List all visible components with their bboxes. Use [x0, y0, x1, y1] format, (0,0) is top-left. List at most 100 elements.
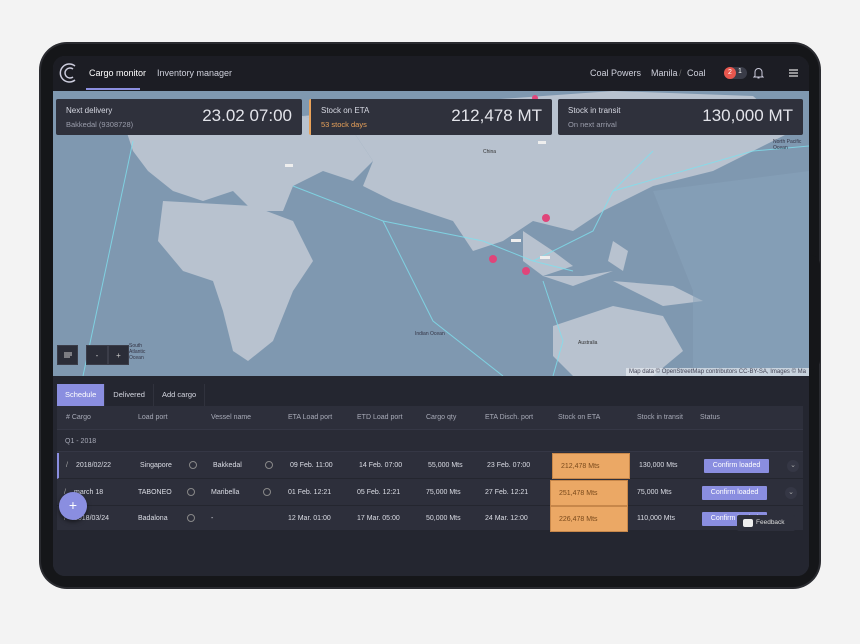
cell-qty: 50,000 Mts — [426, 515, 461, 522]
notification-badge[interactable]: 2 1 — [724, 67, 747, 79]
map-label-china: China — [483, 149, 497, 155]
group-row: Q1 - 2018 — [57, 429, 803, 452]
cell-etd-load: 05 Feb. 12:21 — [357, 488, 401, 496]
panel-tabs: Schedule Delivered Add cargo — [57, 384, 206, 406]
cell-transit: 75,000 Mts — [637, 488, 672, 496]
next-delivery-card[interactable]: Next delivery Bakkedal (9308728) 23.02 0… — [56, 99, 302, 135]
cell-eta-disch: 24 Mar. 12:00 — [485, 515, 528, 522]
card-value: 130,000 MT — [702, 106, 793, 125]
stock-on-eta-cell: 226,478 Mts — [550, 506, 628, 532]
stock-in-transit-card[interactable]: Stock in transit On next arrival 130,000… — [558, 99, 803, 135]
bell-icon[interactable] — [753, 67, 764, 79]
map-attribution: Map data © OpenStreetMap contributors CC… — [625, 368, 809, 376]
col-eta-disch[interactable]: ETA Disch. port — [485, 414, 533, 421]
col-vessel[interactable]: Vessel name — [211, 414, 251, 421]
map-list-button[interactable] — [57, 345, 78, 365]
tab-delivered[interactable]: Delivered — [105, 384, 154, 406]
location-pin-icon[interactable] — [265, 461, 273, 469]
col-etd-load[interactable]: ETD Load port — [357, 414, 403, 421]
cell-etd-load: 14 Feb. 07:00 — [359, 462, 403, 469]
active-tab-indicator — [86, 88, 140, 90]
feedback-icon — [743, 519, 753, 527]
cell-transit: 110,000 Mts — [637, 515, 676, 522]
cell-vessel: - — [211, 515, 214, 522]
feedback-button[interactable]: Feedback — [737, 515, 795, 531]
cell-load-port: Badalona — [138, 515, 168, 522]
top-nav: Cargo monitor Inventory manager Coal Pow… — [53, 56, 809, 91]
zoom-in-button[interactable]: + — [108, 345, 129, 365]
location-pin-icon[interactable] — [187, 487, 195, 496]
separator: / — [679, 68, 682, 78]
map-label-pacific: North Pacific Ocean — [773, 139, 802, 151]
chevron-down-icon[interactable]: ⌄ — [785, 486, 797, 499]
stock-value: 226,478 Mts — [559, 516, 598, 523]
group-label: Q1 - 2018 — [65, 438, 97, 445]
col-stock-transit[interactable]: Stock in transit — [637, 414, 683, 421]
zoom-out-button[interactable]: - — [86, 345, 108, 365]
cargo-table: # Cargo Load port Vessel name ETA Load p… — [57, 406, 803, 532]
card-subtitle: Bakkedal (9308728) — [66, 120, 134, 129]
company-name[interactable]: Coal Powers — [590, 68, 641, 78]
card-title: Stock on ETA — [321, 106, 370, 115]
edit-icon[interactable]: / — [66, 462, 68, 469]
cell-eta-load: 12 Mar. 01:00 — [288, 515, 331, 522]
app-screen: Cargo monitor Inventory manager Coal Pow… — [53, 56, 809, 576]
card-value: 23.02 07:00 — [202, 106, 292, 125]
alert-count: 2 — [724, 67, 736, 79]
info-count: 1 — [738, 68, 742, 75]
map-view[interactable]: China Indian Ocean North Pacific Ocean S… — [53, 91, 809, 376]
col-cargo-qty[interactable]: Cargo qty — [426, 414, 456, 421]
col-cargo[interactable]: # Cargo — [66, 414, 91, 421]
confirm-loaded-button[interactable]: Confirm loaded — [702, 485, 767, 500]
stock-on-eta-card[interactable]: Stock on ETA 53 stock days 212,478 MT — [309, 99, 552, 135]
map-label-atlantic: South Atlantic Ocean — [129, 343, 146, 361]
location-pin-icon[interactable] — [263, 487, 271, 496]
cell-eta-disch: 23 Feb. 07:00 — [487, 462, 531, 469]
card-title: Next delivery — [66, 106, 113, 115]
col-status[interactable]: Status — [700, 414, 720, 421]
cell-load-port: TABONEO — [138, 488, 172, 496]
cell-load-port: Singapore — [140, 462, 172, 469]
map-label-indian-ocean: Indian Ocean — [415, 331, 445, 337]
stock-value: 251,478 Mts — [559, 489, 598, 497]
tab-cargo-monitor[interactable]: Cargo monitor — [89, 68, 146, 78]
table-row[interactable]: / march 18 TABONEO Maribella 01 Feb. 12:21 05… — [57, 479, 803, 506]
logo[interactable] — [58, 62, 80, 84]
cell-etd-load: 17 Mar. 05:00 — [357, 515, 400, 522]
feedback-label: Feedback — [756, 519, 785, 526]
col-stock-eta[interactable]: Stock on ETA — [558, 414, 600, 421]
cell-qty: 55,000 Mts — [428, 462, 463, 469]
map-label-australia: Australia — [578, 340, 598, 346]
card-subtitle: On next arrival — [568, 120, 617, 129]
card-value: 212,478 MT — [451, 106, 542, 125]
table-row[interactable]: /2018/03/24 Badalona -12 Mar. 01:00 17 Mar.… — [57, 506, 803, 532]
tab-inventory-manager[interactable]: Inventory manager — [157, 68, 232, 78]
stock-on-eta-cell: 251,478 Mts — [550, 479, 628, 506]
stock-value: 212,478 Mts — [561, 463, 600, 470]
cell-qty: 75,000 Mts — [426, 488, 461, 496]
cell-transit: 130,000 Mts — [639, 462, 678, 469]
cell-cargo: 2018/02/22 — [76, 462, 112, 469]
col-load-port[interactable]: Load port — [138, 414, 168, 421]
table-row[interactable]: / 2018/02/22 Singapore Bakkedal 09 Feb. 11:0… — [57, 453, 803, 479]
location-pin-icon[interactable] — [189, 461, 197, 469]
cell-eta-load: 09 Feb. 11:00 — [290, 462, 333, 469]
add-cargo-fab[interactable]: + — [59, 492, 87, 520]
cell-eta-disch: 27 Feb. 12:21 — [485, 488, 529, 496]
cell-eta-load: 01 Feb. 12:21 — [288, 488, 332, 496]
list-icon — [63, 352, 72, 358]
confirm-loaded-button[interactable]: Confirm loaded — [704, 459, 769, 473]
cell-vessel: Bakkedal — [213, 462, 242, 469]
tab-schedule[interactable]: Schedule — [57, 384, 106, 406]
cell-vessel: Maribella — [211, 488, 240, 496]
location-pin-icon[interactable] — [187, 514, 195, 522]
schedule-panel: Schedule Delivered Add cargo # Cargo Loa… — [53, 376, 809, 576]
location[interactable]: Manila — [651, 68, 678, 78]
stock-on-eta-cell: 212,478 Mts — [552, 453, 630, 479]
menu-icon[interactable] — [789, 69, 798, 77]
chevron-down-icon[interactable]: ⌄ — [787, 460, 799, 472]
col-eta-load[interactable]: ETA Load port — [288, 414, 332, 421]
commodity[interactable]: Coal — [687, 68, 706, 78]
tab-add-cargo[interactable]: Add cargo — [154, 384, 206, 406]
card-title: Stock in transit — [568, 106, 621, 115]
